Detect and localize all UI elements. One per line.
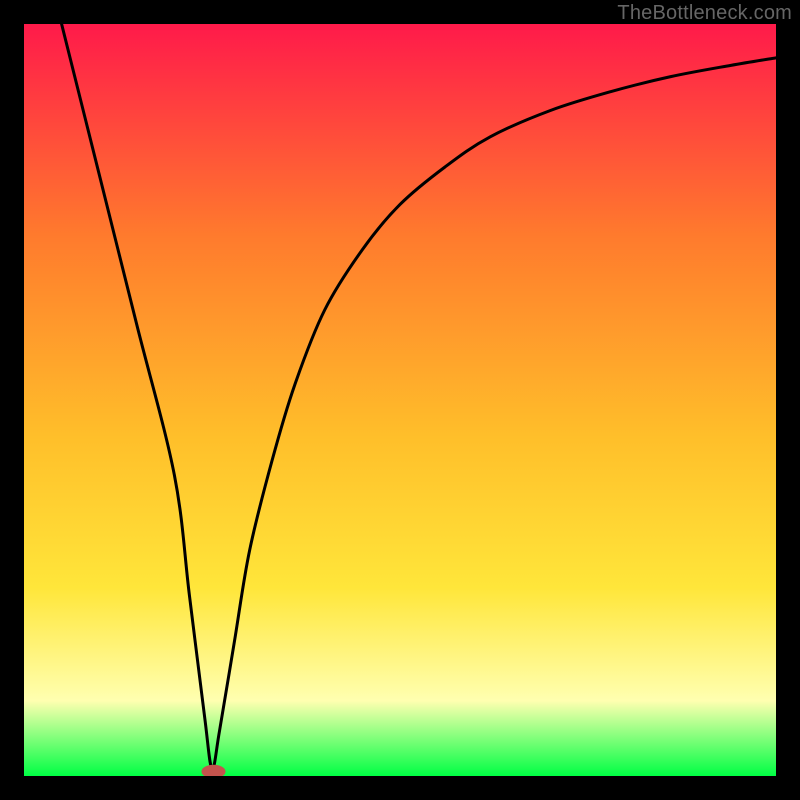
chart-svg: [24, 24, 776, 776]
watermark-text: TheBottleneck.com: [617, 2, 792, 25]
gradient-background: [24, 24, 776, 776]
chart-area: [24, 24, 776, 776]
